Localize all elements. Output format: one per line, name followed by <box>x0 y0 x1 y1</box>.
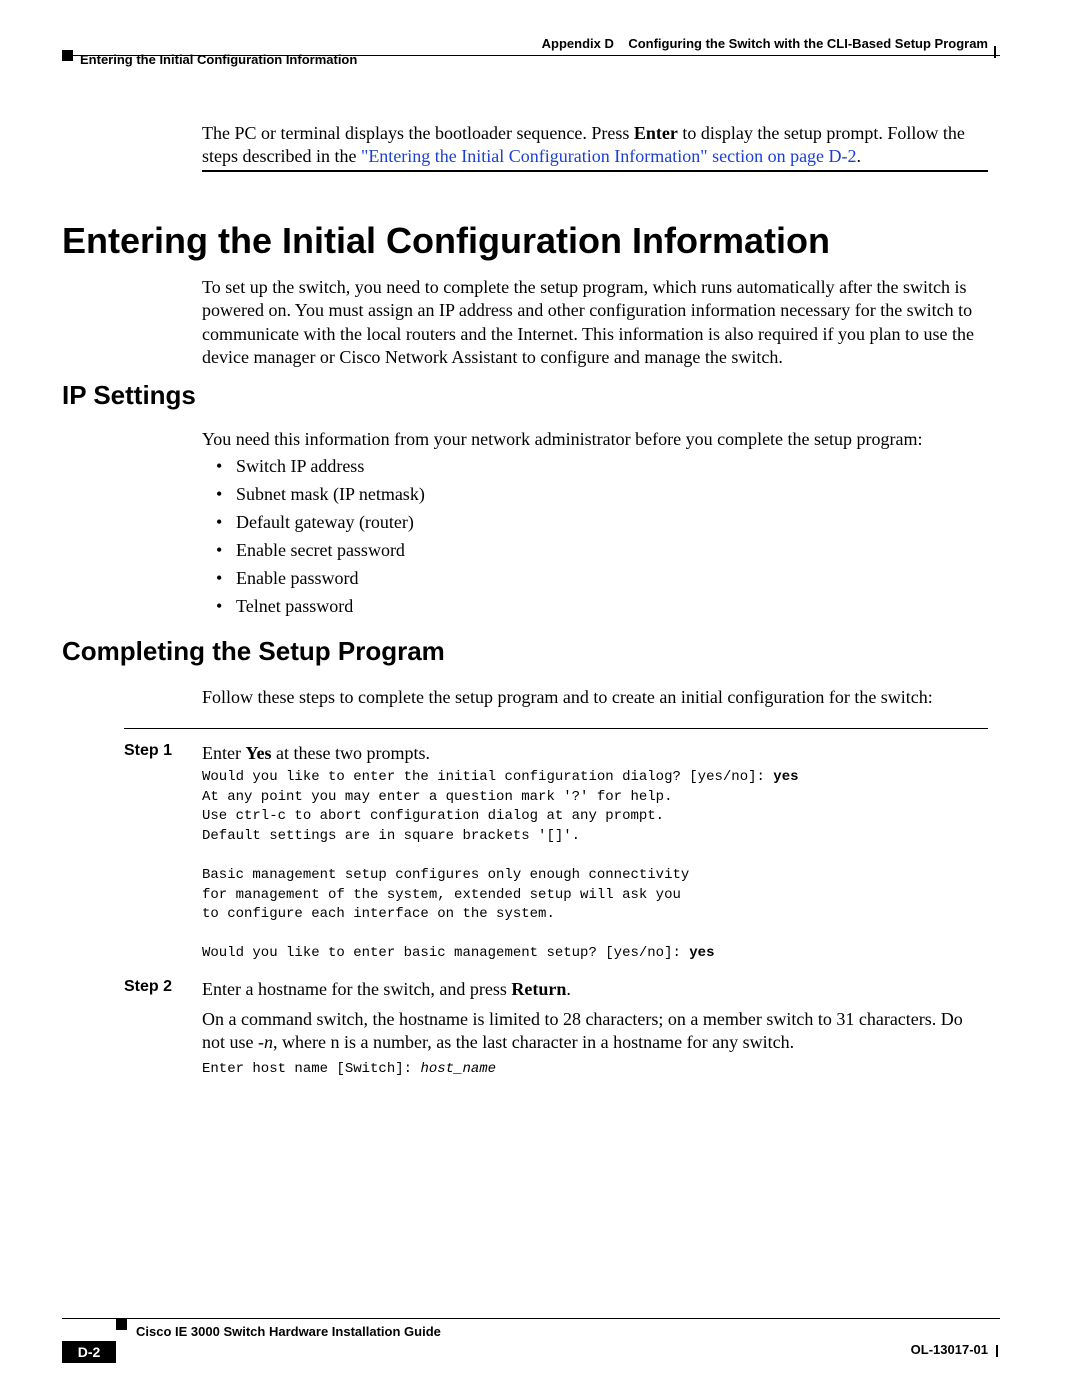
cross-reference-link[interactable]: "Entering the Initial Configuration Info… <box>361 146 857 166</box>
steps-rule <box>124 728 988 729</box>
step-1-text: Enter Yes at these two prompts. <box>202 742 988 765</box>
step-2-paragraph: On a command switch, the hostname is lim… <box>202 1008 988 1055</box>
step-2-text: Enter a hostname for the switch, and pre… <box>202 978 988 1001</box>
header-divider <box>994 46 996 58</box>
heading-ip-settings: IP Settings <box>62 380 196 411</box>
list-item: Default gateway (router) <box>222 512 988 533</box>
list-item: Enable password <box>222 568 988 589</box>
footer-marker-icon <box>116 1319 127 1330</box>
chapter-subtitle: Entering the Initial Configuration Infor… <box>80 52 357 67</box>
step-2-code: Enter host name [Switch]: host_name <box>202 1060 988 1080</box>
step-2-label: Step 2 <box>124 978 172 996</box>
follow-paragraph: Follow these steps to complete the setup… <box>202 686 988 709</box>
footer-page-number: D-2 <box>62 1341 116 1363</box>
ip-settings-list: Switch IP address Subnet mask (IP netmas… <box>222 456 988 624</box>
step-1-label: Step 1 <box>124 742 172 760</box>
setup-paragraph: To set up the switch, you need to comple… <box>202 276 988 370</box>
ip-intro-paragraph: You need this information from your netw… <box>202 428 988 451</box>
section-rule <box>202 170 988 172</box>
footer-doc-number: OL-13017-01 <box>911 1342 988 1357</box>
list-item: Enable secret password <box>222 540 988 561</box>
heading-completing-setup: Completing the Setup Program <box>62 636 445 667</box>
heading-main: Entering the Initial Configuration Infor… <box>62 220 830 262</box>
list-item: Telnet password <box>222 596 988 617</box>
appendix-title: Configuring the Switch with the CLI-Base… <box>628 36 988 51</box>
intro-paragraph: The PC or terminal displays the bootload… <box>202 122 988 169</box>
footer-title: Cisco IE 3000 Switch Hardware Installati… <box>136 1324 441 1339</box>
list-item: Switch IP address <box>222 456 988 477</box>
appendix-label: Appendix D <box>542 36 614 51</box>
footer-divider <box>996 1345 998 1357</box>
step-1-code: Would you like to enter the initial conf… <box>202 768 988 964</box>
footer-rule <box>62 1318 1000 1319</box>
running-header: Appendix D Configuring the Switch with t… <box>542 36 988 51</box>
list-item: Subnet mask (IP netmask) <box>222 484 988 505</box>
